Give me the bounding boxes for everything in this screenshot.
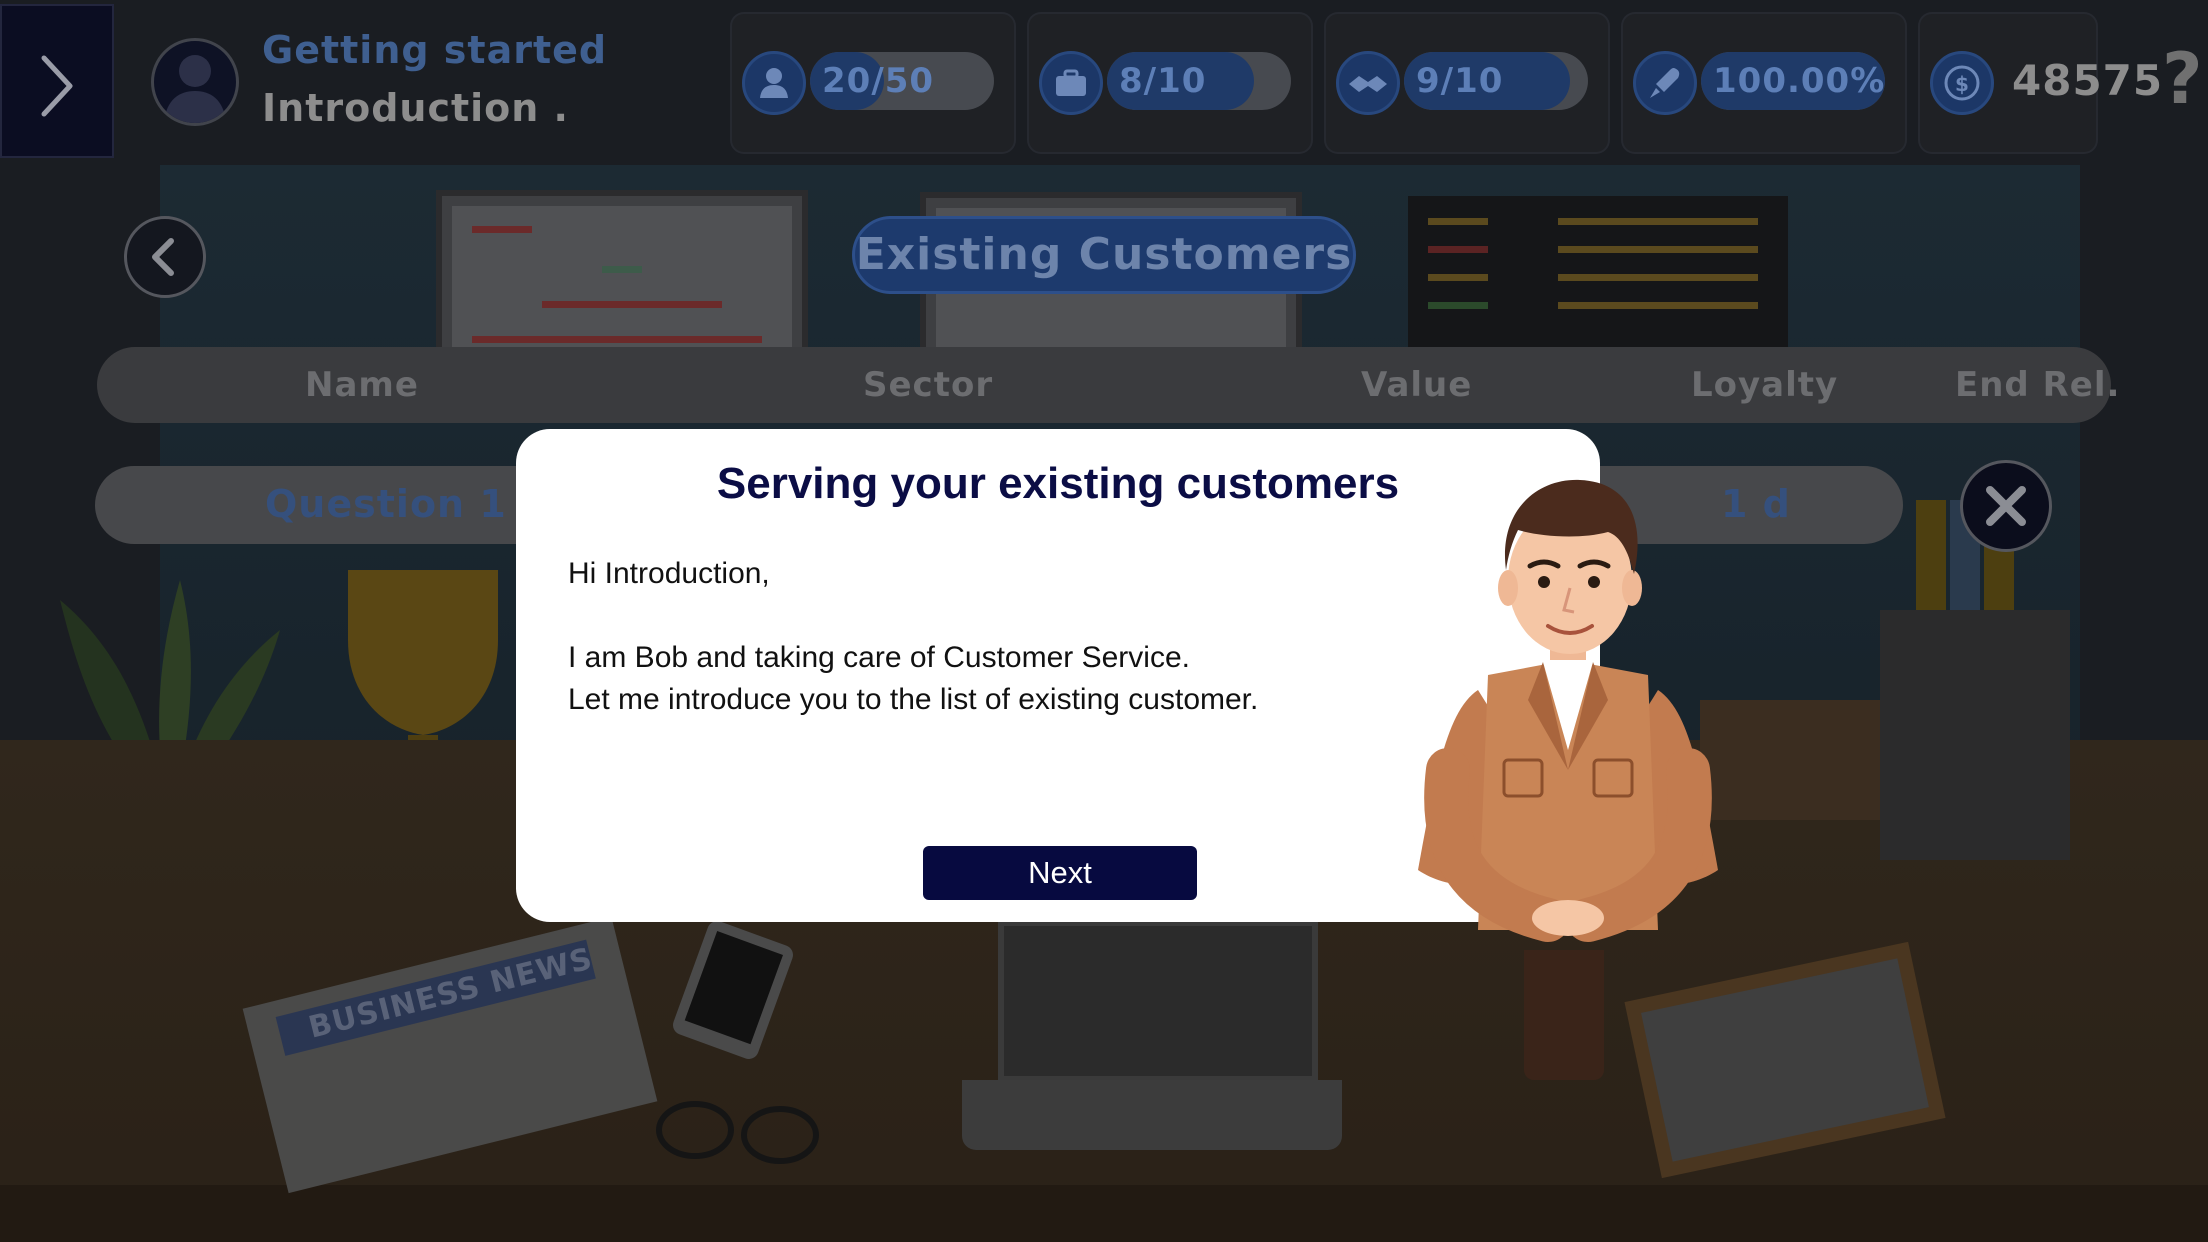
user-silhouette-icon [164, 55, 226, 123]
svg-text:$: $ [1955, 72, 1969, 96]
employees-progress-bar: 20/50 [810, 52, 994, 110]
employee-icon [742, 51, 806, 115]
level-title: Getting started [262, 28, 608, 72]
dialog-greeting: Hi Introduction, [568, 557, 770, 590]
performance-value: 100.00% [1713, 61, 1885, 101]
deals-value: 9/10 [1416, 61, 1504, 101]
money-value: 48575 [2012, 56, 2164, 105]
level-subtitle: Introduction . [262, 86, 569, 130]
deals-progress-bar: 9/10 [1404, 52, 1588, 110]
stat-projects: 8/10 [1027, 12, 1313, 154]
projects-progress-bar: 8/10 [1107, 52, 1291, 110]
glasses [656, 1101, 819, 1164]
player-avatar [151, 38, 239, 126]
bob-character [1418, 479, 1718, 942]
projects-value: 8/10 [1119, 61, 1207, 101]
stat-performance: 100.00% [1621, 12, 1907, 154]
menu-expand-button[interactable] [0, 4, 114, 158]
desk-edge [0, 1185, 2208, 1242]
stat-employees: 20/50 [730, 12, 1016, 154]
column-header-value: Value [1361, 365, 1473, 405]
org-chart-board [436, 190, 808, 372]
column-header-sector: Sector [863, 365, 994, 405]
column-header-name: Name [305, 365, 419, 405]
coin-icon: $ [1930, 51, 1994, 115]
data-board [1408, 196, 1788, 366]
side-cabinet [1880, 610, 2070, 860]
rocket-icon [1633, 51, 1697, 115]
page-title: Existing Customers [852, 216, 1356, 294]
next-button[interactable]: Next [923, 846, 1197, 900]
chevron-left-icon [152, 238, 174, 276]
stat-deals: 9/10 [1324, 12, 1610, 154]
chevron-right-icon [41, 55, 73, 117]
help-icon[interactable]: ? [2162, 44, 2203, 114]
column-header-end-rel: End Rel. [1955, 365, 2121, 405]
table-header: Name Sector Value Loyalty End Rel. [97, 347, 2119, 423]
end-rel-cell: 1 d [1721, 482, 1791, 526]
briefcase-icon [1039, 51, 1103, 115]
column-header-loyalty: Loyalty [1691, 365, 1839, 405]
close-icon [1986, 486, 2026, 526]
handshake-icon [1336, 51, 1400, 115]
dialog-line-1: I am Bob and taking care of Customer Ser… [568, 641, 1190, 674]
dialog-line-2: Let me introduce you to the list of exis… [568, 683, 1259, 716]
remove-customer-button[interactable] [1960, 460, 2052, 552]
coffee-cup [1524, 950, 1604, 1080]
laptop [962, 920, 1342, 1160]
back-button[interactable] [124, 216, 206, 298]
employees-value: 20/50 [822, 61, 935, 101]
performance-progress-bar: 100.00% [1701, 52, 1885, 110]
customer-name-cell: Question 1 [265, 482, 507, 526]
